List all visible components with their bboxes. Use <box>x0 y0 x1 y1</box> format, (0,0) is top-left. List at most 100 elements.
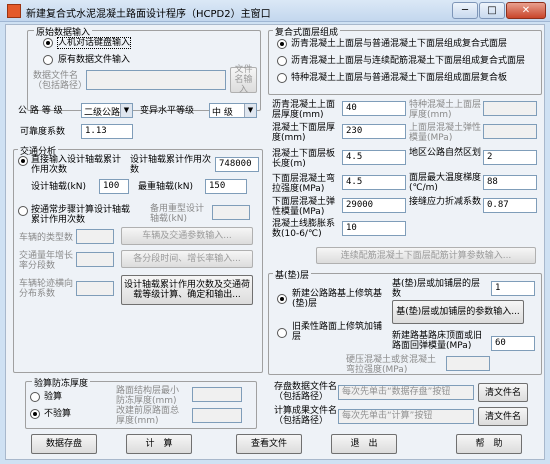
asphalt-thickness-input[interactable]: 40 <box>342 101 406 116</box>
manual-input-radio[interactable] <box>43 38 53 48</box>
variability-label: 变异水平等级 <box>140 106 195 116</box>
nocheck-label[interactable]: 不验算 <box>44 409 71 419</box>
design-axle-input[interactable]: 100 <box>99 179 129 194</box>
manual-input-label[interactable]: 人机对话键盘输入 <box>56 37 132 49</box>
flexural-strength-input[interactable]: 4.5 <box>342 175 406 190</box>
concrete-thickness-label: 混凝土下面层厚度(mm) <box>272 123 336 143</box>
region-input[interactable]: 2 <box>483 150 537 165</box>
old-pavement-radio[interactable] <box>277 328 287 338</box>
file-name-button[interactable]: 文件名输入 <box>230 65 257 95</box>
nocheck-radio[interactable] <box>30 409 40 419</box>
structure-legend: 复合式面层组成 <box>273 25 341 38</box>
structure-option-3-label[interactable]: 特种混凝土上面层与普通混凝土下面层组成面层复合板 <box>291 73 507 83</box>
min-thickness-input[interactable] <box>192 387 242 402</box>
close-button[interactable]: ✕ <box>506 2 546 19</box>
reliability-input[interactable]: 1.13 <box>81 124 133 139</box>
calc-input-label[interactable]: 按通常步骤计算设计轴载累计作用次数 <box>31 205 131 225</box>
expansion-coeff-label: 混凝土线膨胀系数(10-6/℃) <box>272 219 336 239</box>
variability-value: 中 级 <box>212 108 233 118</box>
new-subgrade-radio[interactable] <box>277 294 287 304</box>
special-thickness-input[interactable] <box>483 101 537 116</box>
hard-concrete-input[interactable] <box>446 356 490 371</box>
calculate-button[interactable]: 计 算 <box>126 434 192 454</box>
title-bar: 新建复合式水泥混凝土路面设计程序（HCPD2）主窗口 ─ □ ✕ <box>0 0 550 22</box>
result-file-input[interactable]: 每次先单击“计算”按钮 <box>338 409 474 424</box>
cumulative-label: 设计轴载累计作用次数 <box>130 155 212 175</box>
structure-option-2-label[interactable]: 沥青混凝土上面层与连续配筋混凝土下面层组成复合式面层 <box>291 56 525 66</box>
structure-option-1-radio[interactable] <box>277 39 287 49</box>
crcp-params-button[interactable]: 连续配筋混凝土下面层配筋计算参数输入... <box>316 247 536 264</box>
max-axle-input[interactable]: 150 <box>205 179 247 194</box>
growth-segments-label: 交通量年增长率分段数 <box>19 251 74 271</box>
exit-button[interactable]: 退 出 <box>331 434 397 454</box>
road-grade-select[interactable]: 二级公路 ▼ <box>81 103 133 118</box>
concrete-thickness-input[interactable]: 230 <box>342 124 406 139</box>
check-radio[interactable] <box>30 392 40 402</box>
design-axle-label: 设计轴载(kN) <box>31 182 86 192</box>
file-input-radio[interactable] <box>43 55 53 65</box>
upper-modulus-input[interactable] <box>483 124 537 139</box>
old-pavement-label[interactable]: 旧柔性路面上修筑加铺层 <box>292 322 384 342</box>
growth-segments-input[interactable] <box>76 252 114 267</box>
elastic-modulus-input[interactable]: 29000 <box>342 198 406 213</box>
temp-gradient-input[interactable]: 88 <box>483 175 537 190</box>
old-thickness-label: 改建前原路面总厚度(mm) <box>116 406 180 426</box>
structure-option-3-radio[interactable] <box>277 73 287 83</box>
region-label: 地区公路自然区划 <box>409 148 482 158</box>
special-thickness-label: 特种混凝土上面层厚度(mm) <box>409 100 482 120</box>
calc-input-radio[interactable] <box>18 206 28 216</box>
cumulative-input[interactable]: 748000 <box>215 157 259 172</box>
asphalt-thickness-label: 沥青混凝土上面层厚度(mm) <box>272 100 336 120</box>
vehicle-types-input[interactable] <box>76 229 114 244</box>
structure-option-1-label[interactable]: 沥青混凝土上面层与普通混凝土下面层组成复合式面层 <box>291 39 507 49</box>
chevron-down-icon: ▼ <box>244 104 256 117</box>
direct-input-radio[interactable] <box>18 156 28 166</box>
source-legend: 原始数据输入 <box>34 25 93 38</box>
lateral-dist-label: 车辆轮迹横向分布系数 <box>19 279 74 299</box>
save-data-button[interactable]: 数据存盘 <box>31 434 97 454</box>
max-axle-label: 最重轴载(kN) <box>138 182 193 192</box>
data-file-input[interactable] <box>86 70 226 90</box>
elastic-modulus-label: 下面层混凝土弹性模量(MPa) <box>272 197 336 217</box>
alt-axle-input[interactable] <box>212 205 250 220</box>
maximize-button[interactable]: □ <box>479 2 505 19</box>
axle-load-calc-button[interactable]: 设计轴载累计作用次数及交通荷载等级计算、确定和输出... <box>121 275 253 305</box>
layer-count-input[interactable]: 1 <box>491 281 535 296</box>
temp-gradient-label: 面层最大温度梯度(℃/m) <box>409 173 482 193</box>
layer-count-label: 基(垫)层或加铺层的层数 <box>392 279 481 299</box>
expansion-coeff-input[interactable]: 10 <box>342 221 406 236</box>
data-file-label: 数据文件名（包括路径） <box>33 71 88 91</box>
clear-result-file-button[interactable]: 清文件名 <box>478 407 528 426</box>
main-window-client: 原始数据输入 人机对话键盘输入 原有数据文件输入 数据文件名（包括路径） 文件名… <box>5 24 545 460</box>
alt-axle-label: 备用重型设计轴载(kN) <box>150 204 205 224</box>
direct-input-label[interactable]: 直接输入设计轴载累计作用次数 <box>31 155 127 175</box>
new-subgrade-label[interactable]: 新建公路路基上修筑基(垫)层 <box>292 289 384 309</box>
subgrade-modulus-input[interactable]: 60 <box>491 336 535 351</box>
stress-reduction-input[interactable]: 0.87 <box>483 198 537 213</box>
prevention-legend: 验算防冻厚度 <box>32 376 91 389</box>
chevron-down-icon: ▼ <box>120 104 132 117</box>
growth-rate-button[interactable]: 各分段时间、增长率输入... <box>121 250 253 268</box>
old-thickness-input[interactable] <box>192 408 242 423</box>
variability-select[interactable]: 中 级 ▼ <box>209 103 257 118</box>
base-params-button[interactable]: 基(垫)层或加铺层的参数输入... <box>392 300 524 324</box>
hard-concrete-label: 硬压混凝土或贫混凝土弯拉强度(MPa) <box>346 355 437 375</box>
lateral-dist-input[interactable] <box>76 281 114 296</box>
file-input-label[interactable]: 原有数据文件输入 <box>58 55 130 65</box>
save-file-input[interactable]: 每次先单击“数据存盘”按钮 <box>338 385 474 400</box>
check-label[interactable]: 验算 <box>44 392 62 402</box>
stress-reduction-label: 接缝应力折减系数 <box>409 197 482 207</box>
structure-option-2-radio[interactable] <box>277 56 287 66</box>
vehicle-types-label: 车辆的类型数 <box>19 233 74 243</box>
result-file-label: 计算成果文件名（包括路径） <box>274 406 338 426</box>
vehicle-params-button[interactable]: 车辆及交通参数输入... <box>121 227 253 245</box>
clear-save-file-button[interactable]: 清文件名 <box>478 383 528 402</box>
subgrade-modulus-label: 新建路基路床顶面或旧路面回弹模量(MPa) <box>392 331 483 351</box>
save-file-label: 存盘数据文件名（包括路径） <box>274 382 338 402</box>
slab-length-input[interactable]: 4.5 <box>342 150 406 165</box>
view-file-button[interactable]: 查看文件 <box>236 434 302 454</box>
help-button[interactable]: 帮 助 <box>456 434 522 454</box>
road-grade-label: 公 路 等 级 <box>18 106 63 116</box>
minimize-button[interactable]: ─ <box>452 2 478 19</box>
upper-modulus-label: 上面层混凝土弹性模量(MPa) <box>409 123 482 143</box>
